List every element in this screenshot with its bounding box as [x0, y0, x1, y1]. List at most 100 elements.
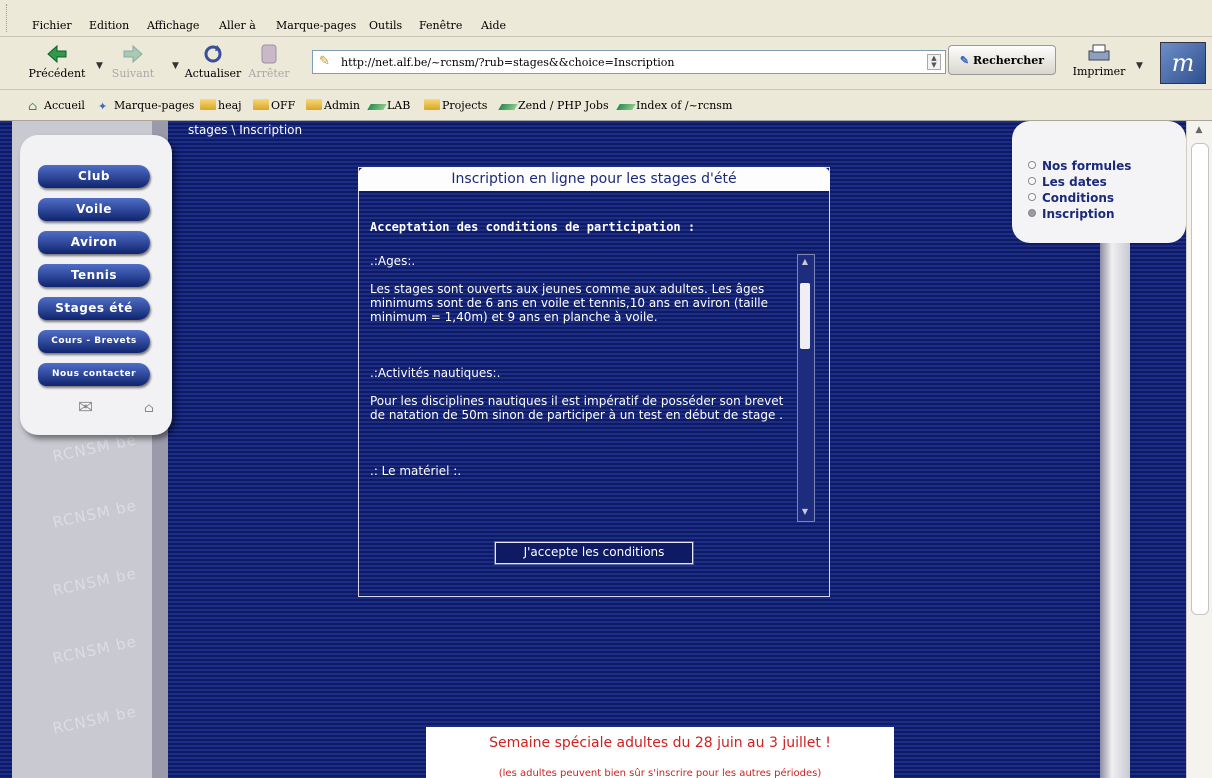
panel-title: Inscription en ligne pour les stages d'é… — [358, 167, 830, 191]
submenu-inscription[interactable]: Inscription — [1028, 207, 1115, 221]
print-button[interactable]: Imprimer — [1066, 43, 1132, 78]
menu-fenetre[interactable]: Fenêtre — [419, 19, 462, 32]
watermark: RCNSM be — [51, 702, 139, 738]
watermark: RCNSM be — [51, 632, 139, 668]
bookmark-zend-php-jobs[interactable]: Zend / PHP Jobs — [498, 99, 609, 112]
submenu-les-dates[interactable]: Les dates — [1028, 175, 1107, 189]
section-body: Pour les disciplines nautiques il est im… — [370, 394, 784, 422]
scrollbar-thumb[interactable] — [800, 283, 810, 349]
watermark: RCNSM be — [51, 496, 139, 532]
stop-icon — [261, 44, 277, 64]
url-input[interactable] — [339, 53, 903, 71]
forward-button[interactable]: Suivant — [98, 43, 168, 80]
bullet-icon — [1028, 193, 1036, 201]
folder-icon — [200, 99, 216, 110]
bookmark-label: Index of /~rcnsm — [636, 99, 733, 112]
bookmark-off[interactable]: OFF — [253, 99, 295, 112]
menu-fichier[interactable]: Fichier — [32, 19, 72, 32]
home-icon[interactable]: ⌂ — [144, 401, 154, 416]
breadcrumb: stages \ Inscription — [188, 123, 303, 137]
watermark: RCNSM be — [51, 430, 139, 466]
menu-marque-pages[interactable]: Marque-pages — [276, 19, 356, 32]
main-navigation: Club Voile Aviron Tennis Stages été Cour… — [20, 135, 172, 435]
stop-label: Arrêter — [248, 67, 290, 80]
promo-headline: Semaine spéciale adultes du 28 juin au 3… — [489, 735, 831, 751]
print-options-chevron-icon[interactable]: ▼ — [1136, 61, 1143, 71]
site-favicon-icon: ✎ — [319, 54, 330, 69]
bookmark-label: OFF — [271, 99, 296, 112]
nav-voile[interactable]: Voile — [38, 198, 150, 221]
submenu-label: Nos formules — [1042, 159, 1132, 173]
nav-cours-brevets[interactable]: Cours - Brevets — [38, 330, 150, 353]
home-icon: ⌂ — [28, 99, 38, 113]
submenu-label: Inscription — [1042, 207, 1115, 221]
menu-outils[interactable]: Outils — [369, 19, 402, 32]
menu-edition[interactable]: Edition — [89, 19, 129, 32]
section-body: Les stages sont ouverts aux jeunes comme… — [370, 282, 768, 324]
accept-conditions-button[interactable]: J'accepte les conditions — [494, 541, 694, 565]
bookmark-projects[interactable]: Projects — [424, 99, 487, 112]
browser-logo-icon: m — [1160, 42, 1206, 84]
bookmark-heaj[interactable]: heaj — [200, 99, 242, 112]
back-button[interactable]: Précédent — [22, 43, 92, 80]
toolbar-grip[interactable] — [6, 4, 11, 32]
nav-tennis[interactable]: Tennis — [38, 264, 150, 287]
conditions-heading: Acceptation des conditions de participat… — [370, 220, 696, 234]
forward-arrow-icon — [123, 44, 143, 64]
bookmark-label: heaj — [218, 99, 242, 112]
url-history-spinner-icon[interactable]: ▲ ▼ — [927, 54, 941, 70]
bookmark-index-rcnsm[interactable]: Index of /~rcnsm — [616, 99, 733, 112]
url-bar[interactable]: ✎ ▲▼ — [312, 50, 946, 74]
registration-panel: Inscription en ligne pour les stages d'é… — [358, 167, 830, 597]
submenu-nos-formules[interactable]: Nos formules — [1028, 159, 1131, 173]
conditions-scrollbar[interactable]: ▲ ▼ — [797, 254, 815, 522]
menu-aide[interactable]: Aide — [481, 19, 506, 32]
nav-aviron[interactable]: Aviron — [38, 231, 150, 254]
folder-icon — [424, 99, 440, 110]
section-heading: .:Activités nautiques:. — [370, 366, 501, 380]
link-icon — [616, 104, 636, 110]
web-page: RCNSM be RCNSM be RCNSM be RCNSM be RCNS… — [0, 121, 1186, 778]
window-scrollbar[interactable]: ▲ — [1186, 121, 1212, 778]
bookmark-label: Accueil — [44, 99, 85, 112]
nav-nous-contacter[interactable]: Nous contacter — [38, 363, 150, 386]
scroll-up-icon[interactable]: ▲ — [800, 257, 810, 269]
reload-label: Actualiser — [184, 67, 242, 80]
scroll-down-icon[interactable]: ▼ — [800, 507, 810, 519]
bookmark-accueil[interactable]: ⌂ Accueil — [28, 99, 85, 113]
bullet-icon — [1028, 161, 1036, 169]
nav-stages-ete[interactable]: Stages été — [38, 297, 150, 320]
scroll-up-icon[interactable]: ▲ — [1191, 125, 1207, 141]
watermark: RCNSM be — [51, 564, 139, 600]
folder-icon — [306, 99, 322, 110]
section-heading: .: Le matériel :. — [370, 464, 462, 478]
bookmark-lab[interactable]: LAB — [367, 99, 411, 112]
reload-icon — [204, 45, 222, 63]
bookmark-label: LAB — [387, 99, 411, 112]
search-icon: ✎ — [959, 53, 973, 67]
bookmark-marque-pages[interactable]: ✦ Marque-pages — [98, 99, 194, 113]
stop-button[interactable]: Arrêter — [234, 43, 304, 80]
mail-icon[interactable]: ✉ — [78, 397, 93, 418]
submenu-label: Les dates — [1042, 175, 1107, 189]
conditions-text: .:Ages:. Les stages sont ouverts aux jeu… — [370, 254, 798, 520]
bookmark-admin[interactable]: Admin — [306, 99, 360, 112]
printer-icon — [1088, 44, 1110, 61]
bookmark-label: Admin — [324, 99, 361, 112]
search-button[interactable]: ✎ Rechercher — [948, 45, 1056, 75]
menu-aller-a[interactable]: Aller à — [219, 19, 256, 32]
submenu-label: Conditions — [1042, 191, 1115, 205]
menu-bar: Fichier Edition Affichage Aller à Marque… — [0, 0, 1212, 37]
back-label: Précédent — [28, 67, 86, 80]
bookmarks-icon: ✦ — [98, 100, 108, 113]
bookmark-label: Zend / PHP Jobs — [518, 99, 609, 112]
nav-club[interactable]: Club — [38, 165, 150, 188]
promo-note: (les adultes peuvent bien sûr s'inscrire… — [498, 768, 822, 778]
stages-submenu: Nos formules Les dates Conditions Inscri… — [1012, 121, 1186, 243]
submenu-conditions[interactable]: Conditions — [1028, 191, 1114, 205]
folder-icon — [253, 99, 269, 110]
menu-affichage[interactable]: Affichage — [147, 19, 199, 32]
link-icon — [367, 104, 387, 110]
scrollbar-thumb[interactable] — [1191, 143, 1209, 615]
bullet-icon — [1028, 177, 1036, 185]
